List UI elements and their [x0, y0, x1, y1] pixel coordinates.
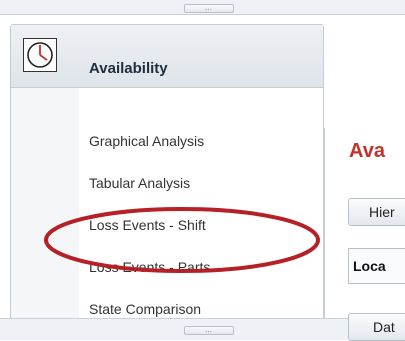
bottom-splitter[interactable]: …: [0, 318, 405, 340]
nav-item-state-comparison[interactable]: State Comparison: [89, 301, 201, 317]
top-splitter[interactable]: …: [0, 0, 405, 15]
date-button[interactable]: Dat: [348, 313, 405, 341]
nav-item-graphical-analysis[interactable]: Graphical Analysis: [89, 133, 204, 149]
nav-list: Graphical Analysis Tabular Analysis Loss…: [79, 88, 323, 331]
nav-item-loss-events-shift[interactable]: Loss Events - Shift: [89, 217, 206, 233]
availability-panel: Availability Graphical Analysis Tabular …: [10, 24, 324, 332]
clock-icon: [23, 38, 57, 72]
panel-header[interactable]: Availability: [11, 25, 323, 88]
bottom-splitter-grip[interactable]: …: [184, 326, 234, 335]
hierarchy-tab-button[interactable]: Hier: [348, 198, 405, 226]
nav-item-loss-events-parts[interactable]: Loss Events - Parts: [89, 259, 210, 275]
panel-title: Availability: [89, 60, 168, 77]
nav-item-tabular-analysis[interactable]: Tabular Analysis: [89, 175, 190, 191]
location-field[interactable]: Loca: [348, 248, 405, 284]
top-splitter-grip[interactable]: …: [184, 4, 234, 13]
content-pane: Ava Hier Loca: [324, 128, 405, 318]
content-title: Ava: [349, 140, 385, 162]
